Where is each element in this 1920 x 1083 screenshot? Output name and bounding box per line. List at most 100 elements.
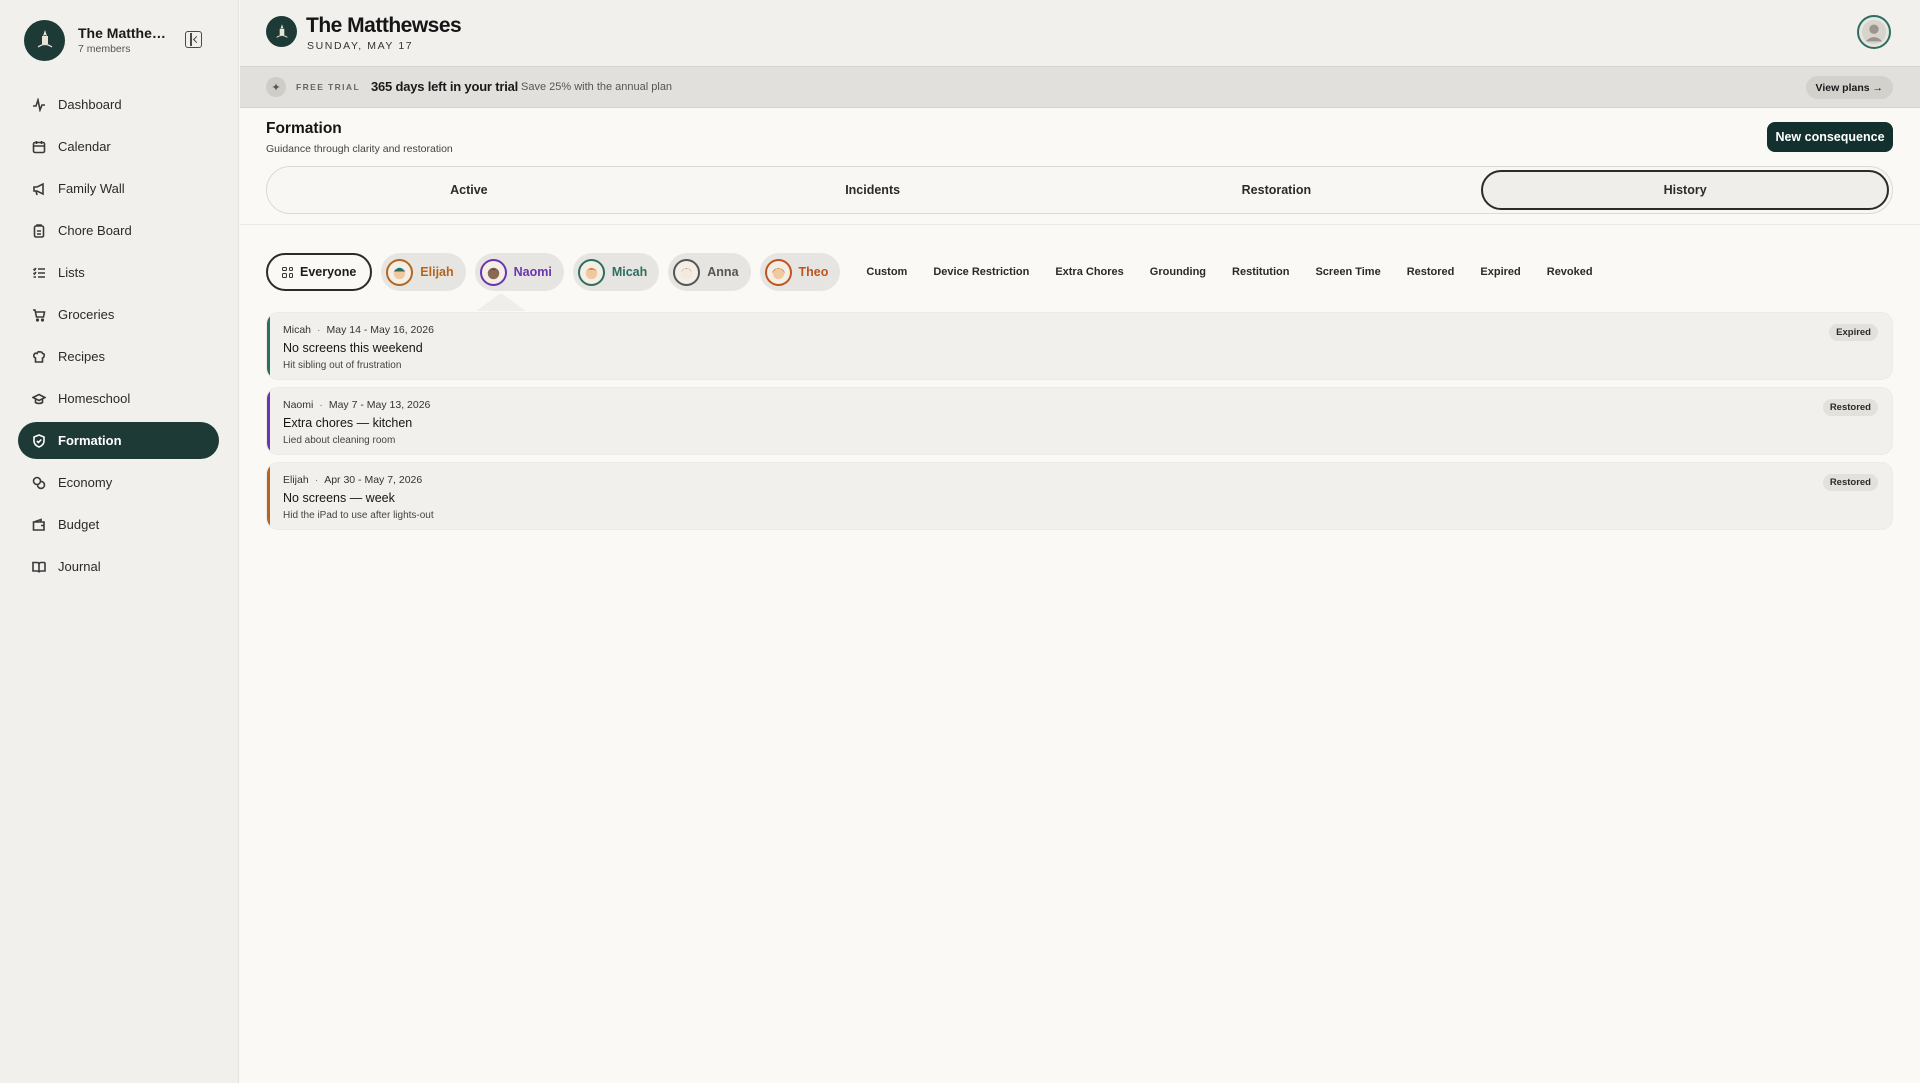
filter-status-expired[interactable]: Expired xyxy=(1480,266,1520,278)
page-subtitle: Guidance through clarity and restoration xyxy=(266,143,453,155)
calendar-icon xyxy=(32,140,46,154)
trial-label: FREE TRIAL xyxy=(296,82,361,92)
sidebar-item-label: Homeschool xyxy=(58,391,131,406)
filter-type-device-restriction[interactable]: Device Restriction xyxy=(933,266,1029,278)
person-color-bar xyxy=(267,463,270,529)
sidebar-item-label: Formation xyxy=(58,433,122,448)
history-list: Micah · May 14 - May 16, 2026 No screens t… xyxy=(266,312,1893,537)
filter-person-theo[interactable]: Theo xyxy=(759,253,841,291)
person-color-bar xyxy=(267,313,270,379)
family-name: The Matthe… xyxy=(78,25,166,41)
family-logo xyxy=(266,16,297,47)
filter-type-restitution[interactable]: Restitution xyxy=(1232,266,1289,278)
tab-incidents[interactable]: Incidents xyxy=(671,167,1075,213)
top-header: The Matthewses SUNDAY, MAY 17 xyxy=(240,0,1920,66)
sidebar-item-calendar[interactable]: Calendar xyxy=(18,128,219,165)
divider xyxy=(240,224,1920,225)
filter-label: Theo xyxy=(798,265,829,279)
status-badge: Restored xyxy=(1822,399,1878,416)
wallet-icon xyxy=(32,517,46,532)
sidebar-item-recipes[interactable]: Recipes xyxy=(18,338,219,375)
filter-type-custom[interactable]: Custom xyxy=(866,266,907,278)
history-card[interactable]: Naomi · May 7 - May 13, 2026 Extra chores … xyxy=(266,387,1893,455)
card-meta: Elijah · Apr 30 - May 7, 2026 xyxy=(283,474,423,486)
clipboard-icon xyxy=(32,223,46,238)
sidebar-item-groceries[interactable]: Groceries xyxy=(18,296,219,333)
sidebar-item-label: Dashboard xyxy=(58,97,122,112)
chef-hat-icon xyxy=(32,350,46,364)
card-title: No screens this weekend xyxy=(283,341,423,355)
filter-type-screen-time[interactable]: Screen Time xyxy=(1315,266,1380,278)
sidebar-item-dashboard[interactable]: Dashboard xyxy=(18,86,219,123)
filter-label: Naomi xyxy=(513,265,552,279)
new-consequence-button[interactable]: New consequence xyxy=(1767,122,1893,152)
sidebar-item-label: Groceries xyxy=(58,307,115,322)
card-person: Naomi xyxy=(283,399,314,411)
filter-type-extra-chores[interactable]: Extra Chores xyxy=(1055,266,1123,278)
book-icon xyxy=(32,560,46,574)
filter-person-elijah[interactable]: Elijah xyxy=(381,253,466,291)
sidebar-item-label: Economy xyxy=(58,475,113,490)
sidebar-item-journal[interactable]: Journal xyxy=(18,548,219,585)
megaphone-icon xyxy=(32,182,46,196)
tab-restoration[interactable]: Restoration xyxy=(1075,167,1479,213)
person-color-bar xyxy=(267,388,270,454)
coins-icon xyxy=(32,476,46,490)
trial-banner: ✦ FREE TRIAL 365 days left in your trial… xyxy=(240,66,1920,108)
cart-icon xyxy=(32,308,46,322)
page-heading-family: The Matthewses xyxy=(306,14,462,37)
sidebar-item-label: Budget xyxy=(58,517,100,532)
sparkle-icon: ✦ xyxy=(266,77,286,97)
avatar xyxy=(764,258,792,286)
grid-icon xyxy=(282,266,293,278)
tab-history[interactable]: History xyxy=(1481,170,1889,210)
avatar xyxy=(577,258,605,286)
sidebar-item-budget[interactable]: Budget xyxy=(18,506,219,543)
avatar xyxy=(673,258,701,286)
filter-everyone[interactable]: Everyone xyxy=(266,253,373,291)
card-dates: May 14 - May 16, 2026 xyxy=(326,324,434,336)
history-card[interactable]: Micah · May 14 - May 16, 2026 No screens t… xyxy=(266,312,1893,380)
sidebar-item-family-wall[interactable]: Family Wall xyxy=(18,170,219,207)
filter-person-anna[interactable]: Anna xyxy=(668,253,751,291)
activity-icon xyxy=(32,97,46,112)
card-reason: Lied about cleaning room xyxy=(283,435,396,446)
tab-active[interactable]: Active xyxy=(267,167,671,213)
sidebar-item-label: Lists xyxy=(58,265,85,280)
trial-days-left: 365 days left in your trial xyxy=(371,79,519,94)
card-meta: Naomi · May 7 - May 13, 2026 xyxy=(283,399,431,411)
card-dates: May 7 - May 13, 2026 xyxy=(328,399,431,411)
status-badge: Expired xyxy=(1829,324,1878,341)
card-title: Extra chores — kitchen xyxy=(283,416,413,430)
sidebar-item-formation[interactable]: Formation xyxy=(18,422,219,459)
collapse-sidebar-icon[interactable] xyxy=(185,31,202,48)
sidebar-item-homeschool[interactable]: Homeschool xyxy=(18,380,219,417)
filter-status-revoked[interactable]: Revoked xyxy=(1547,266,1593,278)
filter-person-micah[interactable]: Micah xyxy=(572,253,660,291)
filter-bar: Everyone Elijah Naomi Micah Anna Theo Cu… xyxy=(266,253,1602,291)
trial-save-text: Save 25% with the annual plan xyxy=(521,81,673,93)
sidebar-item-label: Family Wall xyxy=(58,181,125,196)
sidebar-item-lists[interactable]: Lists xyxy=(18,254,219,291)
sidebar-item-label: Journal xyxy=(58,559,101,574)
formation-tabs: Active Incidents Restoration History xyxy=(266,166,1893,214)
filter-person-naomi[interactable]: Naomi xyxy=(474,253,564,291)
view-plans-button[interactable]: View plans → xyxy=(1805,76,1893,99)
avatar xyxy=(386,258,414,286)
card-person: Elijah xyxy=(283,474,309,486)
user-avatar[interactable] xyxy=(1857,15,1891,49)
page-title: Formation xyxy=(266,120,342,137)
current-date: SUNDAY, MAY 17 xyxy=(307,40,414,52)
filter-type-grounding[interactable]: Grounding xyxy=(1150,266,1206,278)
filter-label: Micah xyxy=(611,265,648,279)
filter-label: Elijah xyxy=(420,265,454,279)
graduation-cap-icon xyxy=(32,392,46,406)
filter-status-restored[interactable]: Restored xyxy=(1407,266,1455,278)
history-card[interactable]: Elijah · Apr 30 - May 7, 2026 No screens —… xyxy=(266,462,1893,530)
sidebar-item-chore-board[interactable]: Chore Board xyxy=(18,212,219,249)
avatar xyxy=(479,258,507,286)
sidebar-item-label: Calendar xyxy=(58,139,111,154)
sidebar-item-economy[interactable]: Economy xyxy=(18,464,219,501)
card-reason: Hid the iPad to use after lights-out xyxy=(283,510,434,521)
card-reason: Hit sibling out of frustration xyxy=(283,360,402,371)
